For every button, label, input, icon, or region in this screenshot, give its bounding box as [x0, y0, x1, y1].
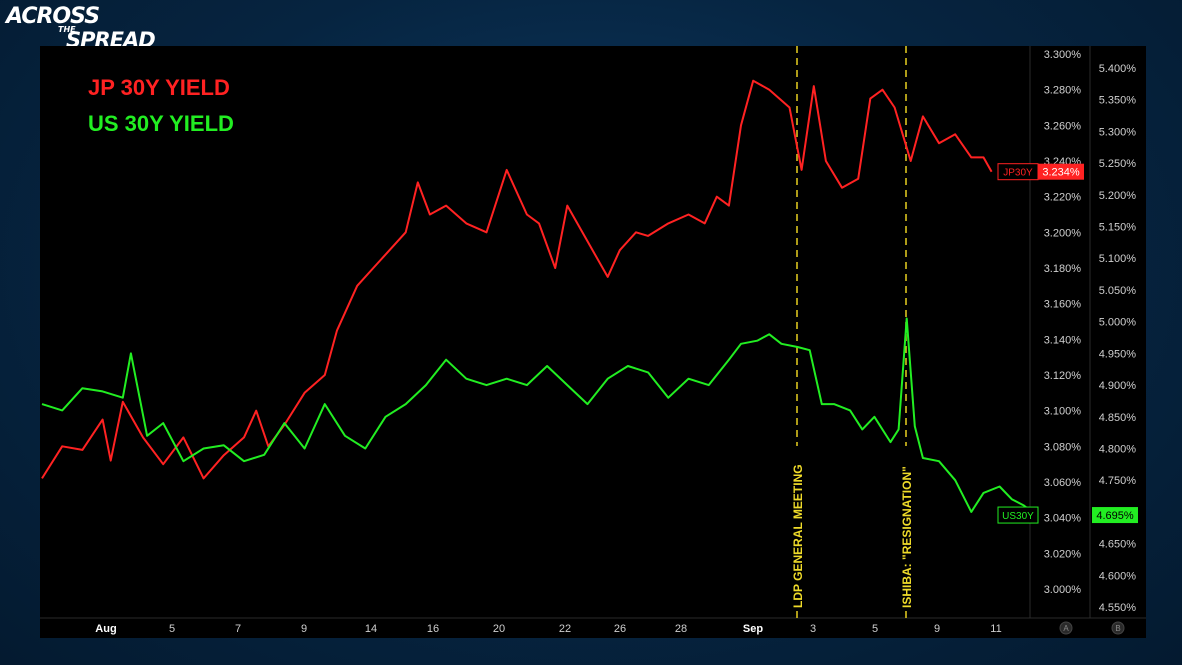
- annotation-label: ISHIBA: "RESIGNATION": [900, 466, 914, 608]
- left-tick-label: 3.020%: [1044, 548, 1082, 560]
- logo-line-1: ACROSS: [6, 4, 100, 29]
- legend-entry: JP 30Y YIELD: [88, 75, 230, 100]
- x-tick-label: Aug: [95, 623, 116, 635]
- x-tick-label: 5: [872, 623, 878, 635]
- right-tick-label: 5.000%: [1099, 317, 1137, 329]
- x-tick-label: Sep: [743, 623, 763, 635]
- yield-chart: LDP GENERAL MEETING ISHIBA: "RESIGNATION"…: [40, 46, 1146, 635]
- right-tick-label: 4.850%: [1099, 412, 1137, 424]
- left-tick-label: 3.160%: [1044, 299, 1082, 311]
- right-tick-label: 4.800%: [1099, 443, 1137, 455]
- left-tick-label: 3.080%: [1044, 441, 1082, 453]
- x-tick-label: 14: [365, 623, 377, 635]
- x-tick-label: 22: [559, 623, 571, 635]
- left-tick-label: 3.000%: [1044, 584, 1082, 596]
- x-tick-label: 3: [810, 623, 816, 635]
- right-axis-ticks: 5.400% 5.350% 5.300% 5.250% 5.200% 5.150% 5.10…: [1099, 63, 1137, 614]
- left-tick-label: 3.120%: [1044, 370, 1082, 382]
- right-tick-label: 5.300%: [1099, 126, 1137, 138]
- left-tick-label: 3.100%: [1044, 406, 1082, 418]
- x-tick-label: 9: [301, 623, 307, 635]
- x-tick-label: 20: [493, 623, 505, 635]
- series-line-jp30y: [41, 79, 993, 480]
- series-value-tag: 3.234%: [1042, 167, 1080, 179]
- legend-entry: US 30Y YIELD: [88, 111, 234, 136]
- right-tick-label: 5.400%: [1099, 63, 1137, 75]
- x-tick-label: 5: [169, 623, 175, 635]
- left-tick-label: 3.200%: [1044, 227, 1082, 239]
- x-tick-label: 7: [235, 623, 241, 635]
- right-tick-label: 5.200%: [1099, 190, 1137, 202]
- chart-panel: LDP GENERAL MEETING ISHIBA: "RESIGNATION"…: [40, 46, 1146, 638]
- right-tick-label: 4.600%: [1099, 570, 1137, 582]
- series-line-us30y: [41, 317, 1037, 516]
- x-tick-label: 11: [990, 623, 1001, 635]
- right-tick-label: 5.100%: [1099, 253, 1137, 265]
- x-axis-ticks: Aug 5 7 9 14 16 20 22 26 28 Sep 3 5 9 11: [95, 623, 1001, 635]
- left-tick-label: 3.140%: [1044, 334, 1082, 346]
- left-tick-label: 3.280%: [1044, 85, 1082, 97]
- left-axis-ticks: 3.300%3.280%3.260%3.240%3.220%3.200%3.18…: [1044, 49, 1082, 596]
- brand-logo: ACROSS THE SPREAD: [6, 4, 156, 51]
- series-name-tag: US30Y: [1002, 511, 1034, 522]
- annotation-lines: LDP GENERAL MEETING ISHIBA: "RESIGNATION": [791, 46, 914, 618]
- right-tick-label: 5.150%: [1099, 222, 1137, 234]
- right-tick-label: 5.250%: [1099, 158, 1137, 170]
- annotation-label: LDP GENERAL MEETING: [791, 464, 805, 608]
- left-tick-label: 3.040%: [1044, 513, 1082, 525]
- left-tick-label: 3.180%: [1044, 263, 1082, 275]
- right-tick-label: 5.050%: [1099, 285, 1137, 297]
- left-tick-label: 3.060%: [1044, 477, 1082, 489]
- right-tick-label: 5.350%: [1099, 95, 1137, 107]
- x-tick-label: 28: [675, 623, 687, 635]
- right-tick-label: 4.900%: [1099, 380, 1137, 392]
- axis-buttons[interactable]: AB: [1059, 621, 1125, 635]
- right-tick-label: 4.650%: [1099, 539, 1137, 551]
- left-tick-label: 3.300%: [1044, 49, 1082, 61]
- right-tick-label: 4.950%: [1099, 348, 1137, 360]
- right-tick-label: 4.550%: [1099, 602, 1137, 614]
- series-name-tag: JP30Y: [1003, 168, 1033, 179]
- right-tick-label: 4.750%: [1099, 475, 1137, 487]
- axis-mode-label: A: [1063, 624, 1069, 633]
- axis-mode-label: B: [1115, 624, 1120, 633]
- series-value-tag: 4.695%: [1096, 510, 1134, 522]
- left-tick-label: 3.220%: [1044, 192, 1082, 204]
- left-tick-label: 3.260%: [1044, 120, 1082, 132]
- legend: JP 30Y YIELD US 30Y YIELD: [88, 75, 234, 136]
- x-tick-label: 16: [427, 623, 439, 635]
- series-lines: [41, 79, 1037, 516]
- x-tick-label: 26: [614, 623, 626, 635]
- x-tick-label: 9: [934, 623, 940, 635]
